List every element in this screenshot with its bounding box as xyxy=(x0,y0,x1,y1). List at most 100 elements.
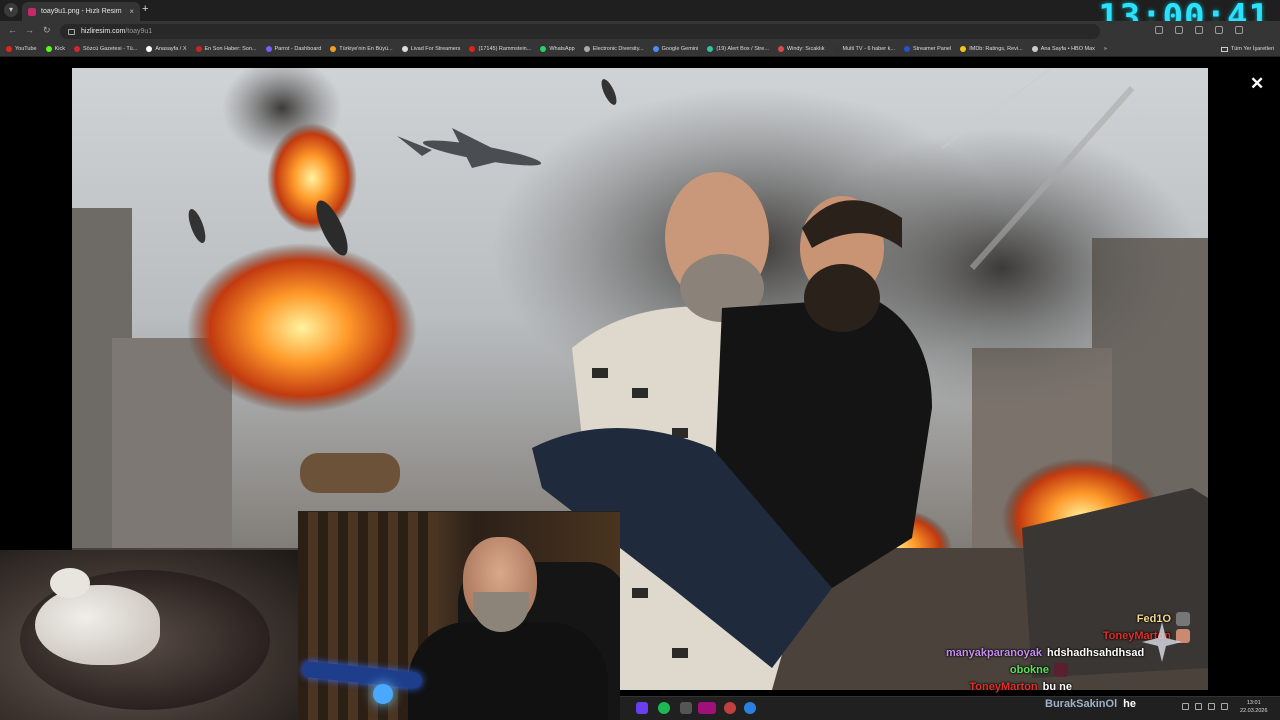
bookmark-favicon-icon xyxy=(6,46,12,52)
bookmark-item[interactable]: Google Gemini xyxy=(652,46,698,52)
next-app-icon[interactable] xyxy=(698,702,716,714)
address-toolbar: ← → ↻ hizliresim.com/toay9u1 xyxy=(0,21,1280,42)
bookmark-label: Livad For Streamers xyxy=(410,46,461,52)
bookmark-favicon-icon xyxy=(777,46,784,52)
bookmark-label: YouTube xyxy=(15,46,37,52)
bookmark-item[interactable]: YouTube xyxy=(6,46,37,52)
bookmark-label: Sözcü Gazetesi - Tü... xyxy=(83,46,138,52)
streamer-webcam xyxy=(298,511,620,720)
bookmark-item[interactable]: Anasayfa / X xyxy=(146,46,187,52)
bookmark-favicon-icon xyxy=(583,46,590,52)
system-time: 13:01 xyxy=(1246,700,1261,706)
sparkle-icon xyxy=(1142,622,1182,662)
app-icon[interactable] xyxy=(724,702,736,714)
bookmark-label: Anasayfa / X xyxy=(155,46,187,52)
bookmark-favicon-icon xyxy=(265,46,272,52)
streamer-body xyxy=(408,622,608,720)
bookmark-favicon-icon xyxy=(45,46,52,52)
bookmark-label: Streamer Panel xyxy=(912,46,952,52)
bookmark-label: Kick xyxy=(54,46,66,52)
reload-icon[interactable]: ↻ xyxy=(43,25,51,36)
tab-search-button[interactable]: ▾ xyxy=(4,3,18,17)
system-tray xyxy=(1182,703,1228,710)
microphone-icon[interactable] xyxy=(1195,703,1202,710)
bookmark-item[interactable]: (19) Alert Box / Stre... xyxy=(707,46,769,52)
extensions-icon[interactable] xyxy=(1175,26,1183,34)
tab-title: toay9u1.png - Hızlı Resim xyxy=(41,8,122,15)
tab-close-icon[interactable]: × xyxy=(129,7,134,16)
mic-light xyxy=(373,684,393,704)
url-host: hizliresim.com xyxy=(81,28,126,35)
chat-text: hdshadhsahdhsad xyxy=(1047,646,1145,659)
bookmark-item[interactable]: Multi TV - 6 haber k... xyxy=(833,46,895,52)
all-bookmarks-label: Tüm Yer İşaretleri xyxy=(1230,46,1274,52)
bookmark-favicon-icon xyxy=(401,46,408,52)
bookmark-item[interactable]: Ana Sayfa • HBO Max xyxy=(1031,46,1095,52)
folder-icon xyxy=(1220,46,1228,52)
url-path: /toay9u1 xyxy=(125,28,153,35)
bookmark-item[interactable]: IMDb: Ratings, Revi... xyxy=(960,46,1023,52)
address-bar[interactable]: hizliresim.com/toay9u1 xyxy=(60,24,1100,39)
profile-icon[interactable] xyxy=(1215,26,1223,34)
bookmark-item[interactable]: En Son Haber: Son... xyxy=(195,46,257,52)
site-favicon-icon xyxy=(28,7,36,16)
site-info-icon[interactable] xyxy=(68,28,75,35)
bookmark-item[interactable]: Streamer Panel xyxy=(903,46,952,52)
browser-tab[interactable]: toay9u1.png - Hızlı Resim × xyxy=(22,2,140,21)
bookmark-label: Multi TV - 6 haber k... xyxy=(842,46,895,52)
bookmark-label: WhatsApp xyxy=(549,46,575,52)
bookmark-label: (19) Alert Box / Stre... xyxy=(716,46,769,52)
discord-icon[interactable] xyxy=(636,702,648,714)
chat-message: obokne xyxy=(930,661,1190,678)
bookmark-item[interactable]: Windy: Sıcaklık xyxy=(777,46,825,52)
emote-icon xyxy=(1054,662,1068,677)
system-date: 22.03.2026 xyxy=(1240,708,1268,714)
forward-arrow-icon[interactable]: → xyxy=(25,25,34,35)
bookmark-star-icon[interactable] xyxy=(1155,26,1163,34)
dog xyxy=(35,585,160,665)
screen: ▾ toay9u1.png - Hızlı Resim × + 13:00:41… xyxy=(0,0,1280,720)
bookmark-favicon-icon xyxy=(1031,46,1038,52)
bookmark-favicon-icon xyxy=(833,46,840,52)
bookmark-favicon-icon xyxy=(74,46,81,52)
chat-username: manyakparanoyak xyxy=(946,646,1042,659)
bookmark-favicon-icon xyxy=(960,46,967,52)
close-viewer-icon[interactable]: ✕ xyxy=(1250,74,1264,94)
tab-bar: ▾ toay9u1.png - Hızlı Resim × + xyxy=(0,0,1280,21)
bookmark-item[interactable]: Livad For Streamers xyxy=(401,46,461,52)
bookmark-favicon-icon xyxy=(540,46,547,52)
app-icon[interactable] xyxy=(680,702,692,714)
bookmark-item[interactable]: WhatsApp xyxy=(540,46,575,52)
download-icon[interactable] xyxy=(1195,26,1203,34)
new-tab-button[interactable]: + xyxy=(142,3,148,15)
bookmark-favicon-icon xyxy=(195,46,202,52)
bookmark-item[interactable]: Kick xyxy=(45,46,66,52)
bookmark-label: IMDb: Ratings, Revi... xyxy=(969,46,1023,52)
chat-text: he xyxy=(1123,698,1136,710)
tray-chevron-icon[interactable] xyxy=(1182,703,1189,710)
app-icon[interactable] xyxy=(744,702,756,714)
chat-text: bu ne xyxy=(1042,680,1072,693)
system-clock[interactable]: 13:01 22.03.2026 xyxy=(1240,699,1268,715)
bookmark-item[interactable]: (17145) Rammstein... xyxy=(469,46,531,52)
bookmark-item[interactable]: Parrot - Dashboard xyxy=(265,46,322,52)
bookmark-favicon-icon xyxy=(146,46,153,52)
volume-icon[interactable] xyxy=(1221,703,1228,710)
bookmark-label: Parrot - Dashboard xyxy=(274,46,322,52)
bottom-chat-message: BurakSakinOl he xyxy=(1045,698,1136,710)
all-bookmarks-button[interactable]: Tüm Yer İşaretleri xyxy=(1220,46,1274,52)
network-icon[interactable] xyxy=(1208,703,1215,710)
bookmark-favicon-icon xyxy=(652,46,659,52)
bookmark-favicon-icon xyxy=(469,46,476,52)
bookmark-label: (17145) Rammstein... xyxy=(478,46,532,52)
bookmark-item[interactable]: Electronic Diversity... xyxy=(583,46,644,52)
bookmarks-overflow-button[interactable]: » xyxy=(1104,46,1107,52)
back-arrow-icon[interactable]: ← xyxy=(8,25,17,35)
bookmark-item[interactable]: Türkiye'nin En Büyü... xyxy=(330,46,393,52)
browser-menu-icon[interactable] xyxy=(1235,26,1243,34)
bookmark-favicon-icon xyxy=(707,46,714,52)
bookmark-item[interactable]: Sözcü Gazetesi - Tü... xyxy=(74,46,137,52)
taskbar xyxy=(620,696,1280,720)
bookmark-favicon-icon xyxy=(903,46,910,52)
spotify-icon[interactable] xyxy=(658,702,670,714)
